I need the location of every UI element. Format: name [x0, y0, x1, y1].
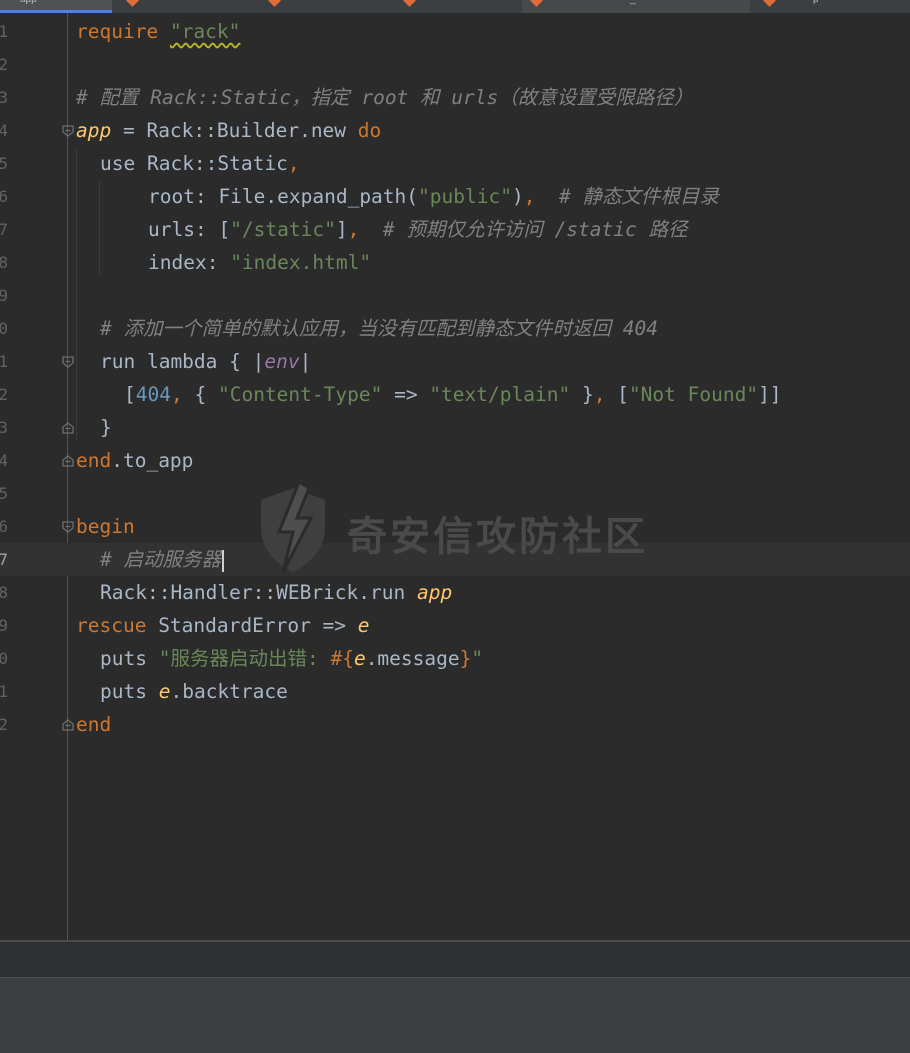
tab-2[interactable]	[118, 0, 258, 13]
code-text: # 启动服务器	[100, 543, 224, 576]
tab-4[interactable]	[395, 0, 520, 13]
code-text: index: "index.html"	[148, 251, 372, 274]
code-text: [404, { "Content-Type" => "text/plain" }…	[124, 383, 782, 406]
tab-3[interactable]	[260, 0, 395, 13]
code-line-10[interactable]: 0 # 添加一个简单的默认应用，当没有匹配到静态文件时返回 404	[0, 312, 910, 345]
code-text: root: File.expand_path("public"), # 静态文件…	[148, 185, 719, 208]
code-line-5[interactable]: 5 use Rack::Static,	[0, 147, 910, 180]
code-text: use Rack::Static,	[100, 152, 300, 175]
line-number: 7	[0, 220, 8, 239]
code-line-2[interactable]: 2	[0, 48, 910, 81]
breadcrumb-bar	[0, 942, 910, 977]
code-text: puts e.backtrace	[100, 680, 288, 703]
fold-marker-icon[interactable]	[61, 718, 75, 732]
line-number: 5	[0, 154, 8, 173]
code-line-17[interactable]: 7 # 启动服务器	[0, 543, 910, 576]
code-line-22[interactable]: 2 end	[0, 708, 910, 741]
code-line-14[interactable]: 4 end.to_app	[0, 444, 910, 477]
code-keyword: end	[76, 713, 112, 736]
tab-label: p	[813, 0, 819, 5]
line-number: 2	[0, 715, 8, 734]
code-text: end.to_app	[76, 449, 194, 472]
code-line-9[interactable]: 9	[0, 279, 910, 312]
tab-label: app	[20, 0, 37, 5]
code-line-21[interactable]: 1 puts e.backtrace	[0, 675, 910, 708]
code-text: Rack::Handler::WEBrick.run app	[100, 581, 453, 604]
code-line-4[interactable]: 4 app = Rack::Builder.new do	[0, 114, 910, 147]
line-number: 3	[0, 88, 8, 107]
tab-app[interactable]: app	[0, 0, 112, 13]
line-number: 6	[0, 517, 8, 536]
line-number: 1	[0, 22, 8, 41]
line-number: 0	[0, 319, 8, 338]
line-number: 7	[0, 550, 8, 569]
code-text: urls: ["/static"], # 预期仅允许访问 /static 路径	[148, 218, 688, 241]
tab-label: _	[630, 0, 636, 5]
fold-marker-icon[interactable]	[61, 124, 75, 138]
code-text: }	[100, 416, 112, 439]
ruby-file-icon	[268, 0, 281, 7]
ruby-file-icon	[763, 0, 776, 7]
line-number: 1	[0, 682, 8, 701]
code-text: run lambda { |env|	[100, 350, 312, 373]
code-line-7[interactable]: 7 urls: ["/static"], # 预期仅允许访问 /static 路…	[0, 213, 910, 246]
code-line-12[interactable]: 2 [404, { "Content-Type" => "text/plain"…	[0, 378, 910, 411]
editor-tab-bar: app _ p	[0, 0, 910, 13]
code-text: require "rack"	[76, 20, 241, 43]
fold-marker-icon[interactable]	[61, 421, 75, 435]
code-line-20[interactable]: 0 puts "服务器启动出错: #{e.message}"	[0, 642, 910, 675]
line-number: 3	[0, 418, 8, 437]
code-text: rescue StandardError => e	[76, 614, 370, 637]
code-line-15[interactable]: 5	[0, 477, 910, 510]
code-keyword: begin	[76, 515, 135, 538]
code-line-8[interactable]: 8 index: "index.html"	[0, 246, 910, 279]
line-number: 2	[0, 385, 8, 404]
ruby-file-icon	[530, 0, 543, 7]
text-caret	[221, 549, 224, 572]
code-comment: # 添加一个简单的默认应用，当没有匹配到静态文件时返回 404	[100, 317, 658, 340]
fold-marker-icon[interactable]	[61, 520, 75, 534]
code-comment: # 配置 Rack::Static，指定 root 和 urls（故意设置受限路…	[76, 86, 694, 109]
code-line-1[interactable]: 1 require "rack"	[0, 15, 910, 48]
code-text: app = Rack::Builder.new do	[76, 119, 382, 142]
code-line-18[interactable]: 8 Rack::Handler::WEBrick.run app	[0, 576, 910, 609]
line-number: 4	[0, 451, 8, 470]
fold-marker-icon[interactable]	[61, 454, 75, 468]
line-number: 8	[0, 253, 8, 272]
line-number: 4	[0, 121, 8, 140]
line-number: 1	[0, 352, 8, 371]
ruby-file-icon	[126, 0, 139, 7]
code-line-19[interactable]: 9 rescue StandardError => e	[0, 609, 910, 642]
code-text: puts "服务器启动出错: #{e.message}"	[100, 647, 484, 670]
line-number: 9	[0, 286, 8, 305]
tab-6[interactable]: p	[755, 0, 910, 13]
line-number: 2	[0, 55, 8, 74]
line-number: 0	[0, 649, 8, 668]
tool-window-panel	[0, 978, 910, 1053]
code-line-16[interactable]: 6 begin	[0, 510, 910, 543]
ruby-file-icon	[403, 0, 416, 7]
line-number: 5	[0, 484, 8, 503]
code-line-6[interactable]: 6 root: File.expand_path("public"), # 静态…	[0, 180, 910, 213]
tab-5[interactable]: _	[522, 0, 750, 13]
fold-marker-icon[interactable]	[61, 355, 75, 369]
code-line-3[interactable]: 3 # 配置 Rack::Static，指定 root 和 urls（故意设置受…	[0, 81, 910, 114]
line-number: 6	[0, 187, 8, 206]
code-line-11[interactable]: 1 run lambda { |env|	[0, 345, 910, 378]
code-line-13[interactable]: 3 }	[0, 411, 910, 444]
line-number: 8	[0, 583, 8, 602]
line-number: 9	[0, 616, 8, 635]
